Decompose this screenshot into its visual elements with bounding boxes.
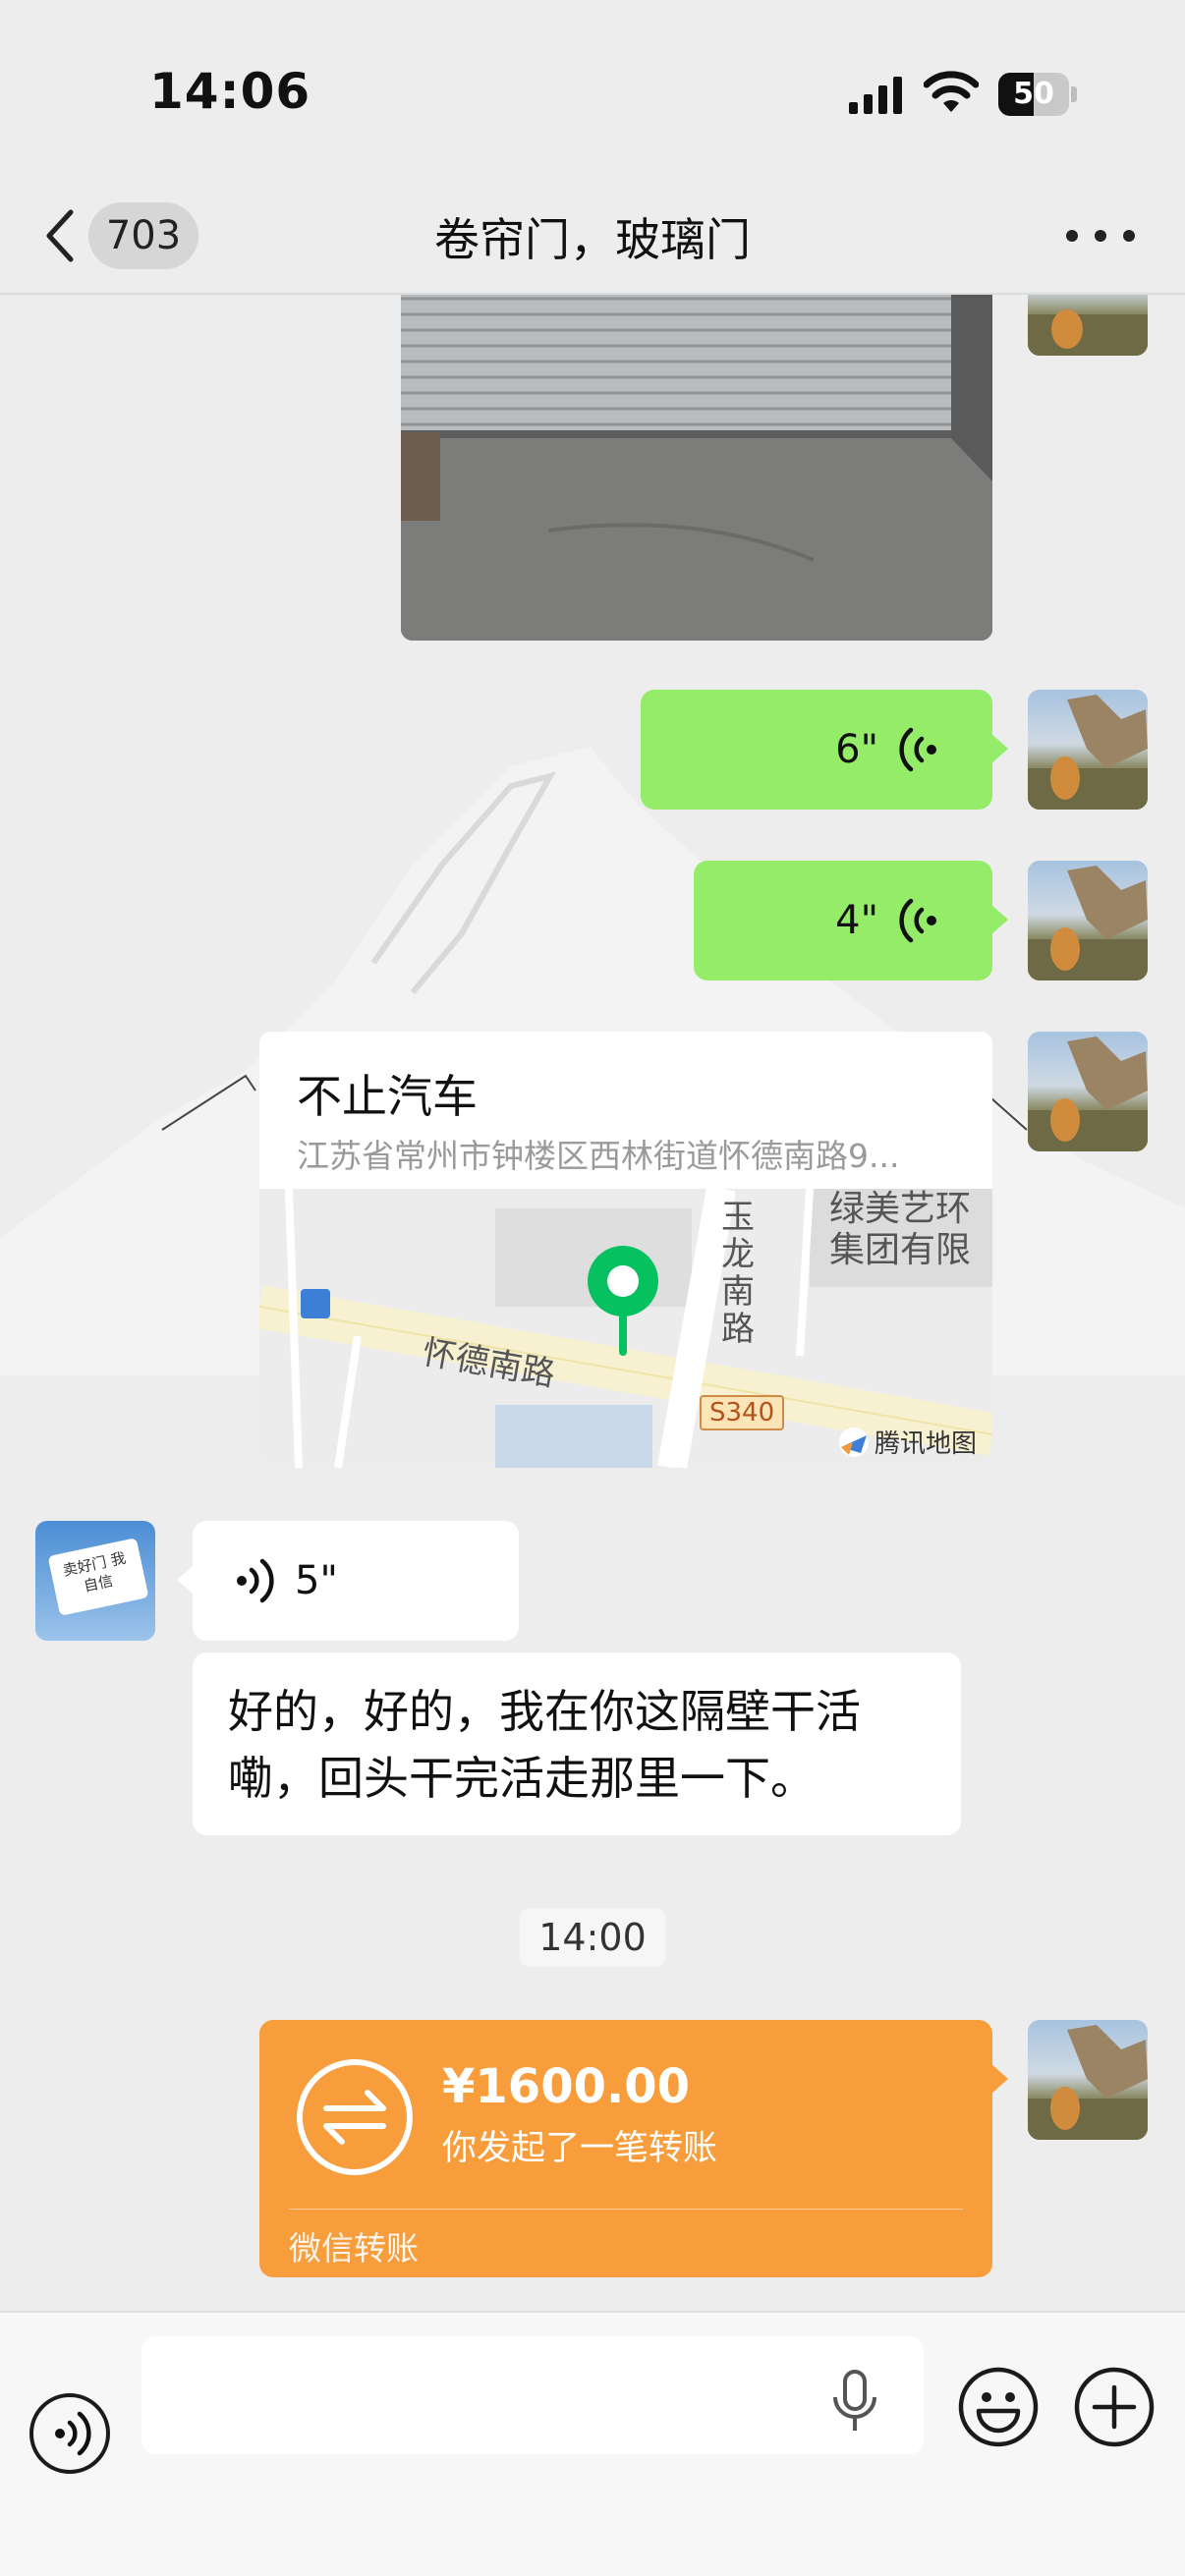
highway-badge: S340 — [700, 1395, 785, 1430]
more-dot-icon — [1095, 230, 1106, 242]
message-input[interactable] — [141, 2336, 924, 2454]
location-map: 怀德南路 玉龙南路 绿美艺环集团有限 S340 腾讯地图 — [259, 1189, 992, 1468]
my-avatar[interactable] — [1028, 861, 1148, 980]
battery-icon: 50 — [998, 73, 1077, 116]
map-provider-label: 腾讯地图 — [874, 1429, 977, 1459]
transfer-footer-label: 微信转账 — [289, 2229, 419, 2268]
image-message-roller-door[interactable] — [401, 295, 992, 641]
transfer-description: 你发起了一笔转账 — [442, 2129, 718, 2168]
message-list[interactable]: 6" 4" 不止汽车 江苏省常州市钟楼区西林街道怀德南路9... 怀德南路 玉龙… — [0, 295, 1185, 2311]
dog-sculpture-icon — [1028, 309, 1148, 356]
status-bar: 14:06 50 — [0, 0, 1185, 177]
dog-sculpture-icon — [1028, 695, 1148, 810]
chevron-left-icon — [46, 209, 74, 262]
voice-message-received[interactable]: 5" — [177, 1521, 519, 1641]
add-more-button[interactable] — [1073, 2366, 1156, 2448]
bus-stop-icon — [301, 1289, 330, 1318]
wifi-icon — [924, 71, 979, 112]
map-road-label: 玉龙南路 — [721, 1198, 755, 1349]
my-avatar[interactable] — [1028, 690, 1148, 810]
map-provider: 腾讯地图 — [837, 1424, 977, 1460]
voice-wave-icon — [237, 1558, 274, 1603]
transfer-bubble-tail — [990, 2063, 1008, 2095]
tencent-map-logo-icon — [838, 1427, 869, 1457]
transfer-message[interactable]: ¥1600.00 你发起了一笔转账 微信转账 — [259, 2020, 992, 2277]
more-options-button[interactable] — [1066, 216, 1135, 255]
message-timestamp: 14:00 — [520, 1908, 665, 1967]
voice-duration: 6" — [835, 727, 878, 772]
voice-duration: 4" — [835, 898, 878, 943]
voice-message-sent[interactable]: 6" — [641, 690, 1008, 810]
location-address: 江苏省常州市钟楼区西林街道怀德南路9... — [297, 1137, 900, 1175]
back-button[interactable]: 703 — [39, 198, 216, 273]
voice-input-toggle-button[interactable] — [29, 2393, 110, 2474]
location-pin-icon — [588, 1246, 658, 1356]
microphone-icon[interactable] — [827, 2368, 882, 2435]
input-bar — [0, 2311, 1185, 2576]
dog-sculpture-icon — [1028, 2025, 1148, 2140]
transfer-arrows-icon — [297, 2059, 413, 2175]
location-message[interactable]: 不止汽车 江苏省常州市钟楼区西林街道怀德南路9... 怀德南路 玉龙南路 绿美艺… — [259, 1032, 992, 1468]
map-poi-label: 绿美艺环集团有限 — [829, 1189, 972, 1270]
dog-sculpture-icon — [1028, 866, 1148, 980]
transfer-amount: ¥1600.00 — [442, 2059, 691, 2114]
more-dot-icon — [1066, 230, 1078, 242]
my-avatar[interactable] — [1028, 1032, 1148, 1151]
battery-percent: 50 — [1013, 77, 1054, 111]
unread-count-badge: 703 — [88, 202, 198, 269]
my-avatar[interactable] — [1028, 295, 1148, 356]
roller-door-photo — [401, 295, 992, 641]
more-dot-icon — [1123, 230, 1135, 242]
location-name: 不止汽车 — [297, 1070, 478, 1123]
status-time: 14:06 — [149, 63, 311, 120]
my-avatar[interactable] — [1028, 2020, 1148, 2140]
voice-duration: 5" — [295, 1558, 338, 1603]
voice-message-sent[interactable]: 4" — [694, 861, 1008, 980]
chat-header: 703 卷帘门，玻璃门 — [0, 177, 1185, 295]
dog-sculpture-icon — [1028, 1036, 1148, 1151]
cellular-signal-icon — [849, 77, 902, 114]
emoji-button[interactable] — [957, 2366, 1040, 2448]
voice-wave-icon — [899, 898, 936, 943]
voice-wave-icon — [55, 2411, 91, 2456]
text-message-received[interactable]: 好的，好的，我在你这隔壁干活嘞，回头干完活走那里一下。 — [193, 1652, 961, 1835]
voice-wave-icon — [899, 727, 936, 772]
transfer-divider — [289, 2209, 963, 2210]
partner-avatar[interactable]: 卖好门 我自信 — [35, 1521, 155, 1641]
